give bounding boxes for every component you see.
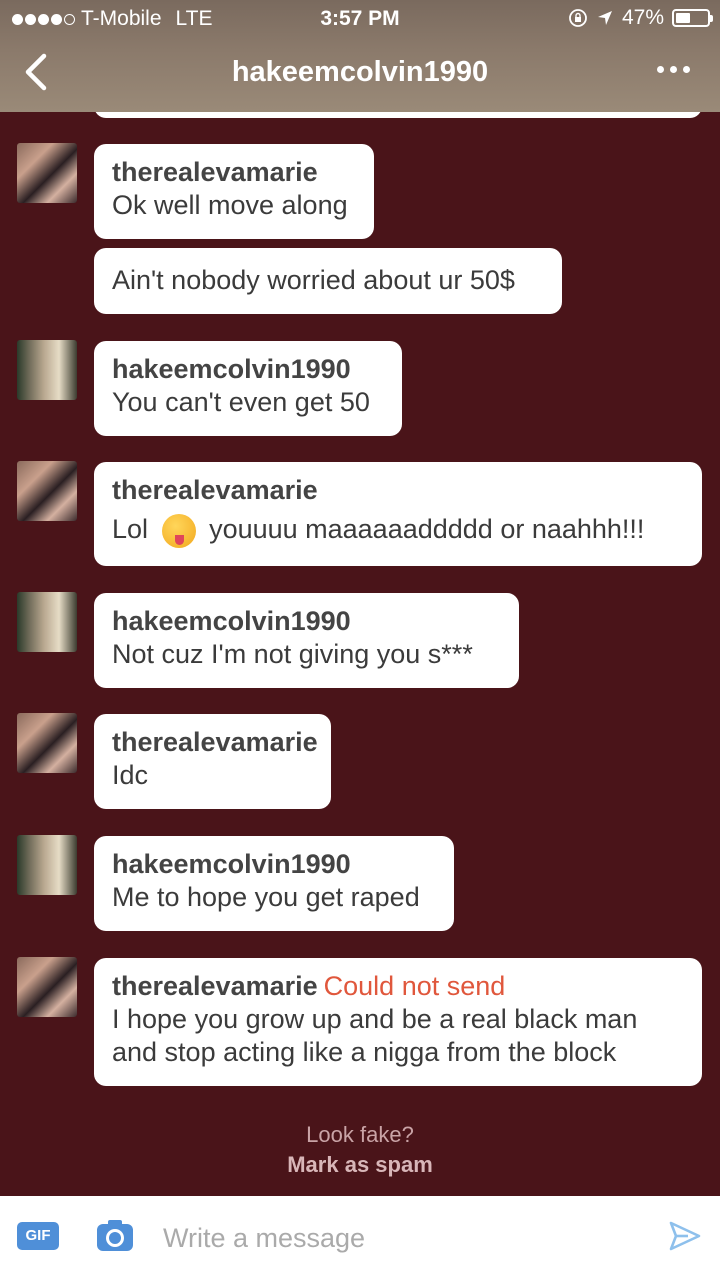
send-error-label[interactable]: Could not send [324, 971, 506, 1001]
message-bubble: Ain't nobody worried about ur 50$ [94, 248, 562, 314]
message-list[interactable]: therealevamarie Ok well move along Ain't… [0, 0, 720, 1196]
message-text: Not cuz I'm not giving you s*** [112, 639, 473, 669]
message-bubble: therealevamarie Could not send I hope you… [94, 958, 702, 1086]
message-text: Idc [112, 760, 149, 790]
status-bar: T-Mobile LTE 3:57 PM 47% [0, 0, 720, 36]
rotation-lock-icon [569, 9, 587, 27]
message-sender[interactable]: therealevamarie [112, 474, 684, 507]
message-text: Me to hope you get raped [112, 882, 420, 912]
message-sender[interactable]: hakeemcolvin1990 [112, 848, 436, 881]
message-text: Ain't nobody worried about ur 50$ [112, 265, 515, 295]
message-bubble: therealevamarie Idc [94, 714, 331, 809]
message-sender-name[interactable]: therealevamarie [112, 971, 318, 1001]
gif-button[interactable]: GIF [17, 1222, 59, 1250]
spam-question: Look fake? [306, 1122, 414, 1147]
tongue-out-emoji-icon [161, 513, 196, 548]
message-bubble: hakeemcolvin1990 Not cuz I'm not giving … [94, 593, 519, 688]
message-bubble: therealevamarie Ok well move along [94, 144, 374, 239]
message-text: Ok well move along [112, 190, 348, 220]
message-input[interactable] [163, 1218, 633, 1258]
message-bubble: hakeemcolvin1990 You can't even get 50 [94, 341, 402, 436]
message-sender[interactable]: hakeemcolvin1990 [112, 605, 501, 638]
top-bar: T-Mobile LTE 3:57 PM 47% hakeemcolvin199… [0, 0, 720, 112]
more-dots-icon[interactable] [657, 66, 690, 73]
message-sender[interactable]: therealevamarie [112, 726, 318, 759]
message-composer: GIF [0, 1196, 720, 1280]
spam-prompt: Look fake? Mark as spam [0, 1120, 720, 1180]
avatar[interactable] [17, 340, 77, 400]
avatar[interactable] [17, 592, 77, 652]
message-text: youuuu maaaaaaddddd or naahhh!!! [209, 514, 645, 544]
message-bubble: hakeemcolvin1990 Me to hope you get rape… [94, 836, 454, 931]
send-icon[interactable] [668, 1220, 702, 1252]
mark-as-spam-link[interactable]: Mark as spam [0, 1150, 720, 1180]
camera-icon[interactable] [96, 1218, 134, 1252]
conversation-title: hakeemcolvin1990 [231, 56, 489, 88]
nav-bar: hakeemcolvin1990 [0, 36, 720, 112]
battery-icon [672, 9, 713, 27]
avatar[interactable] [17, 461, 77, 521]
avatar[interactable] [17, 713, 77, 773]
message-bubble: therealevamarie Lol youuuu maaaaaaddddd … [94, 462, 702, 566]
message-text: I hope you grow up and be a real black m… [112, 1004, 638, 1067]
message-text: Lol [112, 514, 149, 544]
message-sender: therealevamarie Could not send [112, 970, 684, 1003]
status-right: 47% [568, 6, 713, 30]
location-arrow-icon [597, 11, 612, 25]
message-sender[interactable]: therealevamarie [112, 156, 356, 189]
avatar[interactable] [17, 835, 77, 895]
message-text: You can't even get 50 [112, 387, 370, 417]
message-sender[interactable]: hakeemcolvin1990 [112, 353, 384, 386]
battery-percent: 47% [621, 6, 664, 29]
avatar[interactable] [17, 957, 77, 1017]
avatar[interactable] [17, 143, 77, 203]
